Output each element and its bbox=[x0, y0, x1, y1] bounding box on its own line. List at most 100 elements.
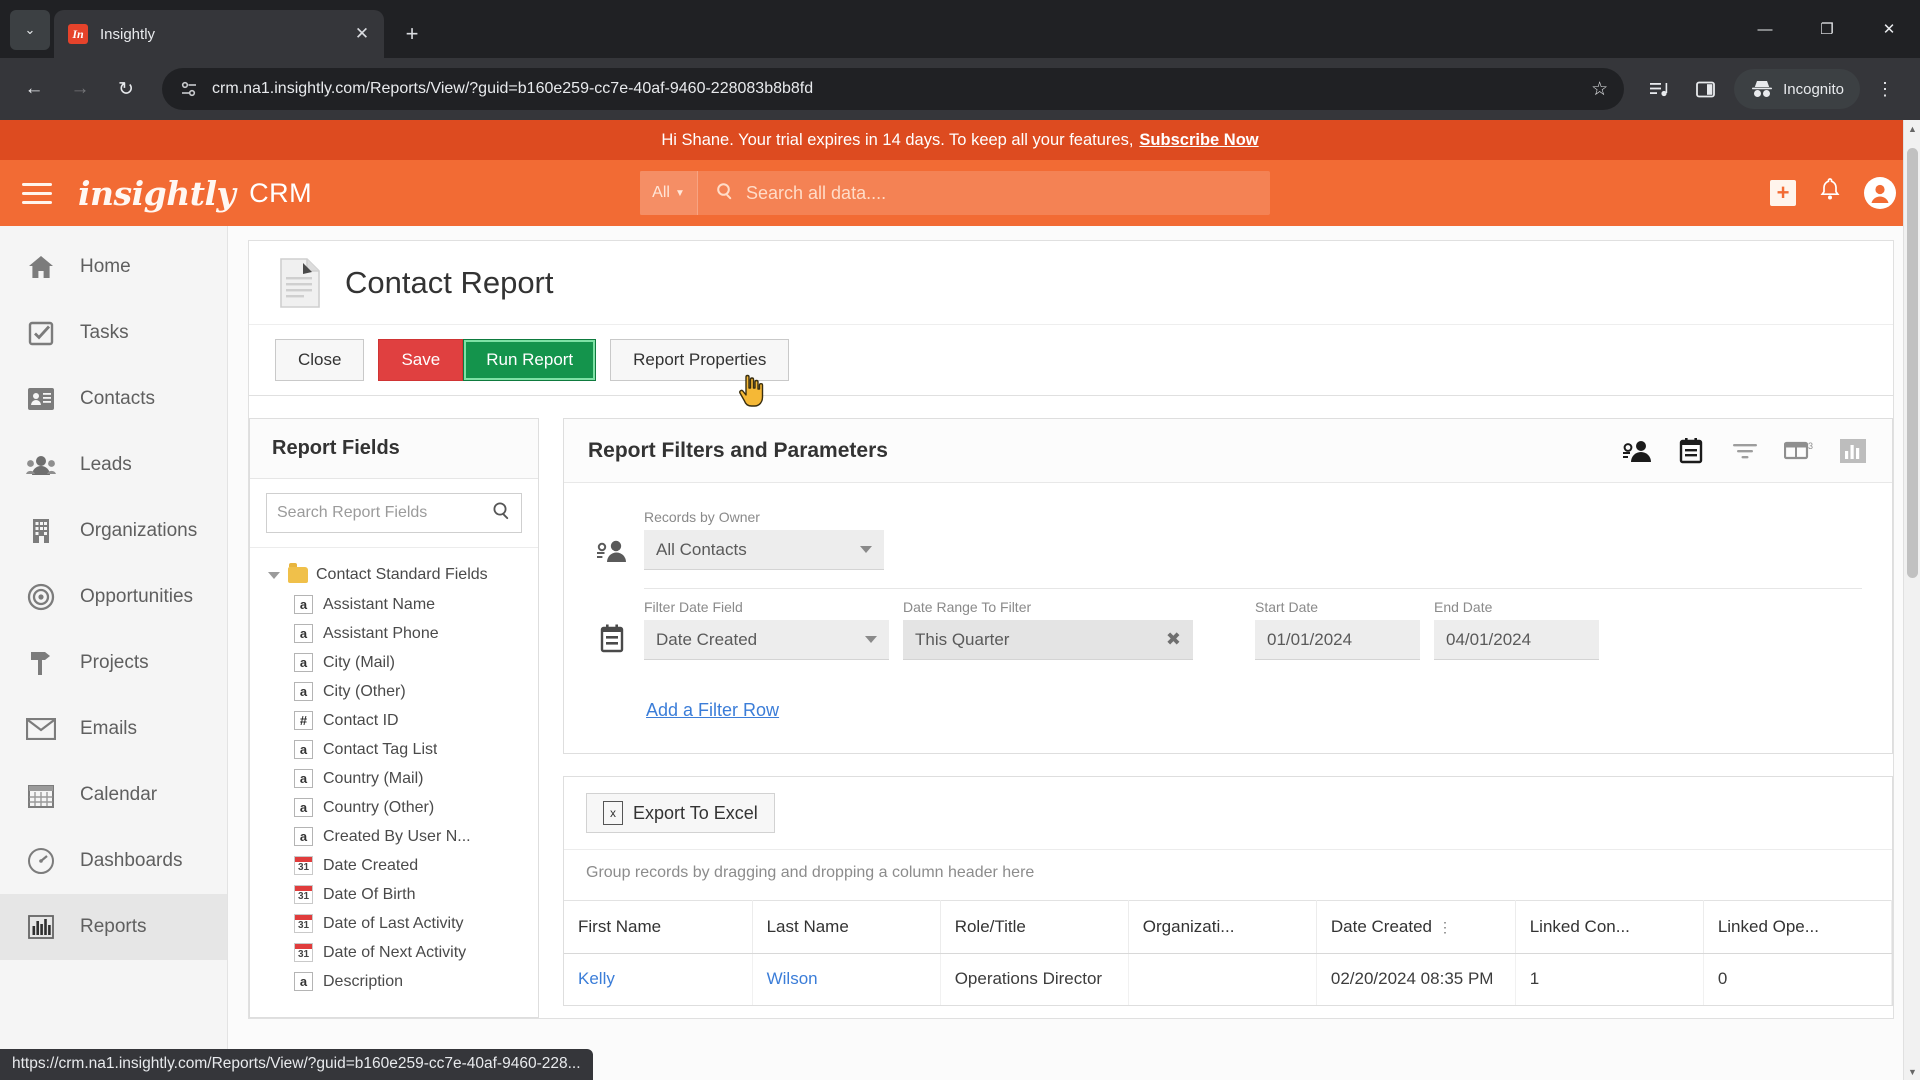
list-item[interactable]: a Description bbox=[250, 967, 538, 996]
records-by-owner-icon bbox=[594, 530, 630, 570]
add-filter-row-link[interactable]: Add a Filter Row bbox=[594, 678, 1862, 747]
sidebar-item-opportunities[interactable]: Opportunities bbox=[0, 564, 227, 630]
reload-button[interactable]: ↻ bbox=[106, 69, 146, 109]
chart-icon[interactable] bbox=[1838, 436, 1868, 466]
column-header-linked-contacts[interactable]: Linked Con... bbox=[1515, 900, 1704, 954]
subscribe-now-link[interactable]: Subscribe Now bbox=[1139, 131, 1258, 150]
minimize-window-button[interactable]: — bbox=[1734, 0, 1796, 58]
media-list-icon[interactable] bbox=[1638, 68, 1680, 110]
site-settings-icon[interactable] bbox=[178, 78, 200, 100]
tab-strip: ⌄ In Insightly ✕ + — ❐ ✕ bbox=[0, 0, 1920, 58]
list-item[interactable]: a Contact Tag List bbox=[250, 735, 538, 764]
list-item[interactable]: a Assistant Name bbox=[250, 590, 538, 619]
list-item[interactable]: a City (Other) bbox=[250, 677, 538, 706]
page-scrollbar[interactable]: ▲ ▼ bbox=[1903, 120, 1920, 1080]
column-header-first-name[interactable]: First Name bbox=[564, 900, 753, 954]
sidebar-item-calendar[interactable]: Calendar bbox=[0, 762, 227, 828]
first-name-link[interactable]: Kelly bbox=[578, 969, 615, 988]
sidebar-item-organizations[interactable]: Organizations bbox=[0, 498, 227, 564]
browser-window: ⌄ In Insightly ✕ + — ❐ ✕ ← → ↻ crm.na1.i… bbox=[0, 0, 1920, 1080]
notifications-icon[interactable] bbox=[1818, 177, 1842, 209]
sidebar-item-projects[interactable]: Projects bbox=[0, 630, 227, 696]
date-field-icon: 31 bbox=[294, 943, 313, 962]
cell-first-name[interactable]: Kelly bbox=[564, 953, 753, 1005]
browser-tab[interactable]: In Insightly ✕ bbox=[54, 10, 384, 58]
forward-button[interactable]: → bbox=[60, 69, 100, 109]
list-item[interactable]: 31 Date Created bbox=[250, 851, 538, 880]
global-search[interactable]: All ▼ Search all data.... bbox=[640, 171, 1270, 215]
list-item[interactable]: a Country (Other) bbox=[250, 793, 538, 822]
cell-last-name[interactable]: Wilson bbox=[752, 953, 941, 1005]
search-scope-selector[interactable]: All ▼ bbox=[640, 171, 698, 215]
save-button[interactable]: Save bbox=[378, 339, 464, 381]
date-range-select[interactable]: This Quarter ✖ bbox=[903, 620, 1193, 660]
incognito-indicator[interactable]: Incognito bbox=[1734, 69, 1860, 109]
sidebar-item-home[interactable]: Home bbox=[0, 234, 227, 300]
group-drop-zone[interactable]: Group records by dragging and dropping a… bbox=[564, 849, 1892, 900]
list-item[interactable]: 31 Date of Last Activity bbox=[250, 909, 538, 938]
search-icon[interactable] bbox=[492, 501, 511, 525]
export-to-excel-button[interactable]: x Export To Excel bbox=[586, 793, 775, 833]
columns-icon[interactable]: 3 bbox=[1784, 436, 1814, 466]
tree-item-label: Assistant Phone bbox=[323, 624, 439, 642]
scroll-up-icon[interactable]: ▲ bbox=[1904, 120, 1920, 137]
user-avatar[interactable] bbox=[1864, 177, 1896, 209]
sidebar-item-tasks[interactable]: Tasks bbox=[0, 300, 227, 366]
address-bar[interactable]: crm.na1.insightly.com/Reports/View/?guid… bbox=[162, 68, 1625, 110]
browser-menu-icon[interactable]: ⋮ bbox=[1864, 68, 1906, 110]
filter-icon[interactable] bbox=[1730, 436, 1760, 466]
column-header-organization[interactable]: Organizati... bbox=[1128, 900, 1317, 954]
date-filter-icon[interactable] bbox=[1676, 436, 1706, 466]
sidebar-item-contacts[interactable]: Contacts bbox=[0, 366, 227, 432]
column-menu-icon[interactable]: ⋮ bbox=[1438, 919, 1452, 936]
table-row[interactable]: Kelly Wilson Operations Director 02/20/2… bbox=[564, 953, 1893, 1005]
sidebar-item-leads[interactable]: Leads bbox=[0, 432, 227, 498]
search-input[interactable] bbox=[277, 504, 492, 522]
list-item[interactable]: a Assistant Phone bbox=[250, 619, 538, 648]
bookmark-star-icon[interactable]: ☆ bbox=[1591, 78, 1608, 101]
list-item[interactable]: 31 Date of Next Activity bbox=[250, 938, 538, 967]
report-results-card: x Export To Excel Group records by dragg… bbox=[563, 776, 1893, 1006]
end-date-input[interactable]: 04/01/2024 bbox=[1434, 620, 1599, 660]
close-window-button[interactable]: ✕ bbox=[1858, 0, 1920, 58]
sidebar-item-reports[interactable]: Reports bbox=[0, 894, 227, 960]
column-header-role-title[interactable]: Role/Title bbox=[940, 900, 1129, 954]
sidebar-item-dashboards[interactable]: Dashboards bbox=[0, 828, 227, 894]
start-date-input[interactable]: 01/01/2024 bbox=[1255, 620, 1420, 660]
list-item[interactable]: # Contact ID bbox=[250, 706, 538, 735]
tree-root-contact-standard-fields[interactable]: Contact Standard Fields bbox=[250, 560, 538, 590]
add-record-button[interactable]: + bbox=[1770, 180, 1796, 206]
sidebar-item-emails[interactable]: Emails bbox=[0, 696, 227, 762]
close-tab-icon[interactable]: ✕ bbox=[350, 24, 374, 44]
run-report-button[interactable]: Run Report bbox=[463, 339, 597, 381]
search-report-fields[interactable] bbox=[266, 493, 522, 533]
records-by-owner-select[interactable]: All Contacts bbox=[644, 530, 884, 570]
column-header-last-name[interactable]: Last Name bbox=[752, 900, 941, 954]
list-item[interactable]: a City (Mail) bbox=[250, 648, 538, 677]
close-button[interactable]: Close bbox=[275, 339, 365, 381]
tree-item-label: Country (Other) bbox=[323, 798, 435, 816]
insightly-logo[interactable]: insightly bbox=[78, 174, 236, 213]
caret-down-icon[interactable] bbox=[268, 571, 280, 579]
column-header-linked-opportunities[interactable]: Linked Ope... bbox=[1703, 900, 1893, 954]
search-input[interactable]: Search all data.... bbox=[746, 183, 886, 204]
list-item[interactable]: 31 Date Of Birth bbox=[250, 880, 538, 909]
column-header-date-created[interactable]: Date Created ⋮ bbox=[1316, 900, 1516, 954]
tab-search-button[interactable]: ⌄ bbox=[10, 10, 50, 50]
clear-date-range-icon[interactable]: ✖ bbox=[1166, 629, 1181, 650]
menu-toggle-icon[interactable] bbox=[22, 182, 52, 204]
records-by-owner-icon[interactable] bbox=[1622, 436, 1652, 466]
back-button[interactable]: ← bbox=[14, 69, 54, 109]
new-tab-button[interactable]: + bbox=[394, 16, 430, 52]
list-item[interactable]: a Created By User N... bbox=[250, 822, 538, 851]
list-item[interactable]: a Country (Mail) bbox=[250, 764, 538, 793]
last-name-link[interactable]: Wilson bbox=[767, 969, 818, 988]
side-panel-icon[interactable] bbox=[1684, 68, 1726, 110]
maximize-window-button[interactable]: ❐ bbox=[1796, 0, 1858, 58]
report-properties-button[interactable]: Report Properties bbox=[610, 339, 790, 381]
tree-item-label: Created By User N... bbox=[323, 827, 471, 845]
date-range-field: Date Range To Filter This Quarter ✖ bbox=[903, 599, 1193, 660]
scrollbar-thumb[interactable] bbox=[1907, 148, 1918, 578]
scroll-down-icon[interactable]: ▼ bbox=[1904, 1063, 1920, 1080]
filter-date-field-select[interactable]: Date Created bbox=[644, 620, 889, 660]
